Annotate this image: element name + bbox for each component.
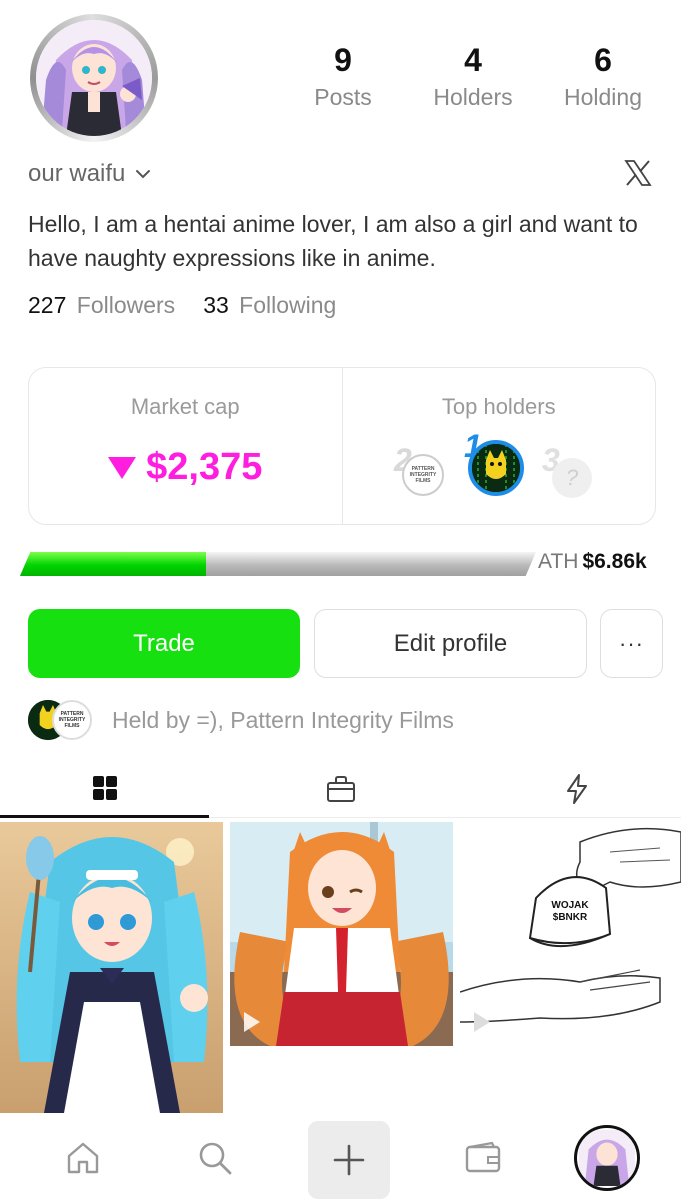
x-logo-icon[interactable]: [623, 158, 653, 188]
anime-fox-girl-image: [230, 822, 453, 1046]
holder-avatar-text: PATTERN INTEGRITY FILMS: [409, 466, 437, 484]
market-cap-value: $2,375: [146, 446, 263, 488]
following-count: 33: [203, 292, 229, 318]
stat-label: Posts: [314, 84, 372, 110]
tab-posts[interactable]: [0, 760, 209, 818]
stat-holders[interactable]: 4 Holders: [413, 40, 533, 111]
shopping-bag-icon: [326, 776, 355, 802]
held-by-avatar-text: PATTERN INTEGRITY FILMS: [58, 711, 86, 729]
following-label: Following: [239, 292, 337, 318]
held-by-avatar-pattern: PATTERN INTEGRITY FILMS: [52, 700, 92, 740]
home-icon: [67, 1142, 99, 1174]
top-holders-avatars: 2 PATTERN INTEGRITY FILMS 1 3 ?: [392, 428, 602, 504]
ath-label: ATH: [538, 550, 579, 573]
follow-stats: 227 Followers 33 Following: [28, 292, 336, 319]
video-play-icon: [244, 1012, 260, 1032]
video-play-icon: [474, 1012, 490, 1032]
trade-button[interactable]: Trade: [28, 609, 300, 678]
profile-stats: 9 Posts 4 Holders 6 Holding: [283, 40, 663, 111]
cat-avatar-icon: [472, 444, 520, 492]
held-by-text: Held by =), Pattern Integrity Films: [112, 706, 454, 733]
nav-home[interactable]: [48, 1123, 118, 1193]
stat-posts[interactable]: 9 Posts: [283, 40, 403, 111]
following-link[interactable]: 33 Following: [203, 292, 336, 319]
nav-create[interactable]: [308, 1121, 390, 1199]
stat-value: 4: [464, 42, 482, 78]
top-holders-label: Top holders: [441, 394, 556, 419]
tab-activity[interactable]: [472, 760, 681, 818]
unknown-holder-icon: ?: [565, 465, 579, 490]
search-icon: [199, 1142, 232, 1175]
holder-avatar-3[interactable]: ?: [552, 458, 592, 498]
holder-avatar-1[interactable]: [468, 440, 524, 496]
nav-profile[interactable]: [572, 1123, 642, 1193]
anime-maid-image: [0, 822, 223, 1113]
market-cap-section[interactable]: Market cap $2,375: [29, 368, 342, 524]
cap-text-line2: $BNKR: [553, 912, 588, 923]
hand-cap-sketch-image: WOJAK $BNKR: [460, 822, 681, 1046]
followers-count: 227: [28, 292, 67, 318]
post-tile-maid[interactable]: [0, 822, 223, 1113]
nav-wallet[interactable]: [448, 1123, 518, 1193]
stat-label: Holders: [433, 84, 513, 110]
plus-icon: [333, 1144, 365, 1176]
more-options-button[interactable]: ···: [600, 609, 663, 678]
edit-profile-button[interactable]: Edit profile: [314, 609, 587, 678]
followers-label: Followers: [76, 292, 176, 318]
profile-avatar[interactable]: [30, 14, 158, 142]
held-by-row[interactable]: PATTERN INTEGRITY FILMS Held by =), Patt…: [28, 700, 454, 740]
holder-avatar-2[interactable]: PATTERN INTEGRITY FILMS: [402, 454, 444, 496]
avatar-image: [36, 20, 152, 136]
grid-icon: [92, 775, 117, 800]
cap-text-line1: WOJAK: [551, 900, 589, 911]
progress-fill: [20, 552, 206, 576]
followers-link[interactable]: 227 Followers: [28, 292, 175, 319]
username: our waifu: [28, 160, 126, 187]
trend-down-icon: [108, 456, 137, 479]
market-cap-label: Market cap: [130, 394, 240, 419]
stat-value: 9: [334, 42, 352, 78]
chevron-down-icon: [136, 170, 151, 179]
bottom-navigation: [0, 1115, 681, 1200]
tab-shop[interactable]: [236, 760, 445, 818]
bonding-curve-progress: [20, 552, 536, 576]
wallet-icon: [465, 1141, 501, 1173]
stat-label: Holding: [564, 84, 642, 110]
post-tile-cap[interactable]: WOJAK $BNKR: [460, 822, 681, 1046]
ath-readout: ATH $6.86k: [538, 550, 647, 574]
ath-value: $6.86k: [582, 550, 647, 573]
username-dropdown[interactable]: our waifu: [28, 160, 151, 188]
profile-bio: Hello, I am a hentai anime lover, I am a…: [28, 211, 638, 271]
stat-value: 6: [594, 42, 612, 78]
nav-search[interactable]: [180, 1123, 250, 1193]
lightning-icon: [566, 774, 587, 804]
held-by-avatars: PATTERN INTEGRITY FILMS: [28, 700, 94, 740]
profile-tabs: [0, 760, 681, 818]
profile-avatar: [574, 1125, 640, 1191]
stat-holding[interactable]: 6 Holding: [543, 40, 663, 111]
post-tile-fox[interactable]: [230, 822, 453, 1046]
